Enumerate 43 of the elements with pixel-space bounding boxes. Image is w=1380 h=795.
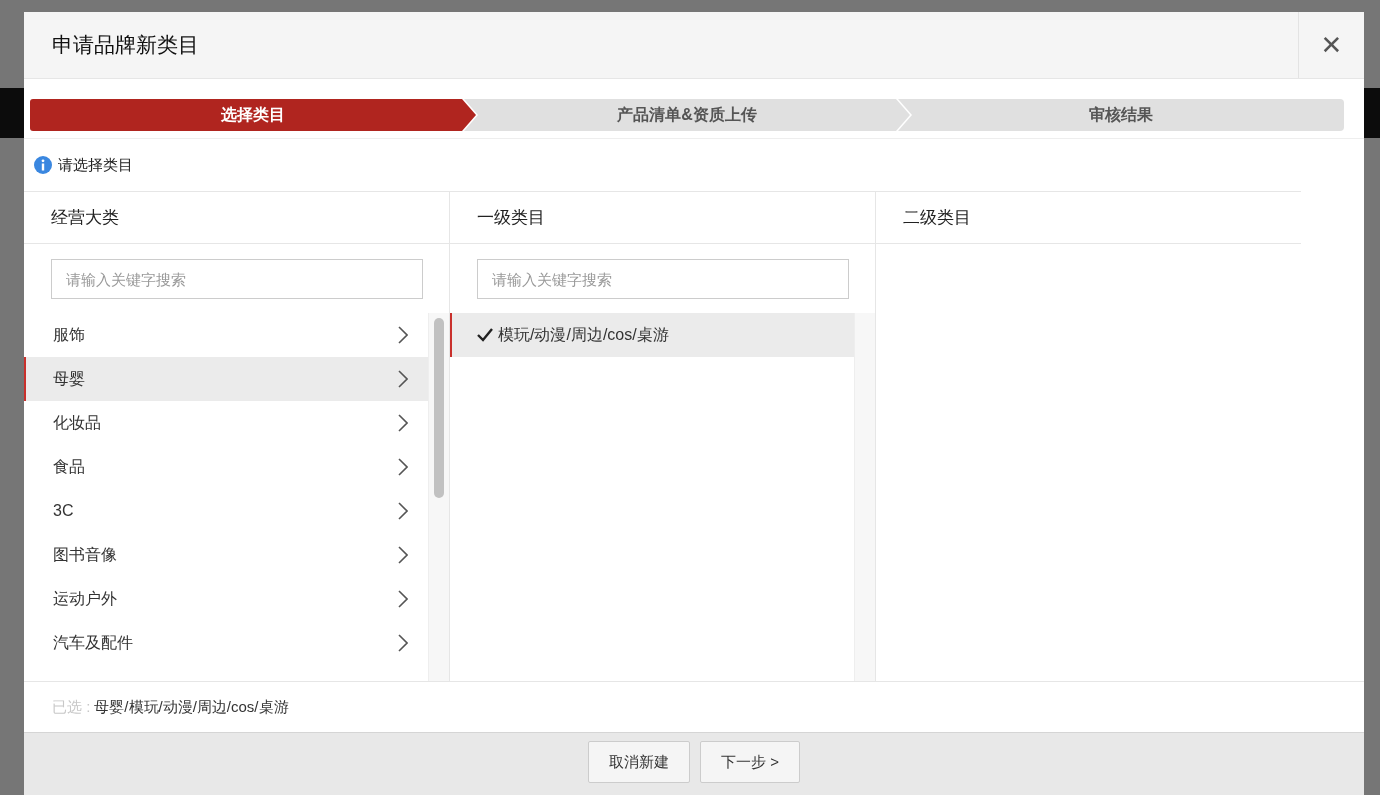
chevron-right-icon bbox=[398, 414, 408, 432]
category-item[interactable]: 服饰 bbox=[24, 313, 428, 357]
search-field[interactable]: 请输入关键字搜索 bbox=[51, 259, 423, 299]
category-item[interactable]: 化妆品 bbox=[24, 401, 428, 445]
category-item[interactable]: 模玩/动漫/周边/cos/桌游 bbox=[450, 313, 854, 357]
cancel-button[interactable]: 取消新建 bbox=[588, 741, 691, 783]
category-item[interactable]: 汽车及配件 bbox=[24, 621, 428, 665]
next-button[interactable]: 下一步 > bbox=[700, 741, 800, 783]
category-label: 母婴 bbox=[53, 368, 85, 389]
category-item[interactable]: 运动户外 bbox=[24, 577, 428, 621]
column-title: 经营大类 bbox=[24, 192, 449, 244]
chevron-right-icon bbox=[398, 590, 408, 608]
column-title: 一级类目 bbox=[450, 192, 875, 244]
category-label: 图书音像 bbox=[53, 544, 117, 565]
category-item[interactable]: 食品 bbox=[24, 445, 428, 489]
chevron-right-icon bbox=[398, 370, 408, 388]
category-label: 运动户外 bbox=[53, 588, 117, 609]
search-field[interactable]: 请输入关键字搜索 bbox=[477, 259, 849, 299]
category-label: 汽车及配件 bbox=[53, 632, 133, 653]
chevron-right-icon bbox=[398, 634, 408, 652]
category-item[interactable]: 3C bbox=[24, 489, 428, 533]
category-label: 服饰 bbox=[53, 324, 85, 345]
chevron-right-icon bbox=[398, 546, 408, 564]
notice-text: 请选择类目 bbox=[58, 155, 133, 175]
category-item[interactable]: 母婴 bbox=[24, 357, 428, 401]
category-label: 化妆品 bbox=[53, 412, 101, 433]
selection-value: 母婴/模玩/动漫/周边/cos/桌游 bbox=[94, 697, 289, 717]
chevron-right-icon bbox=[398, 502, 408, 520]
column-title: 二级类目 bbox=[876, 192, 1301, 244]
dialog-title: 申请品牌新类目 bbox=[51, 32, 200, 58]
step-tab[interactable]: 产品清单&资质上传 bbox=[464, 99, 910, 131]
category-label: 食品 bbox=[53, 456, 85, 477]
category-label: 模玩/动漫/周边/cos/桌游 bbox=[498, 324, 669, 345]
scrollbar[interactable] bbox=[854, 313, 875, 681]
step-tab[interactable]: 选择类目 bbox=[30, 99, 476, 131]
step-tab[interactable]: 审核结果 bbox=[898, 99, 1344, 131]
chevron-right-icon bbox=[398, 326, 408, 344]
category-label: 3C bbox=[53, 502, 74, 520]
chevron-right-icon bbox=[398, 458, 408, 476]
category-item[interactable]: 图书音像 bbox=[24, 533, 428, 577]
info-icon bbox=[34, 156, 52, 174]
scrollbar[interactable] bbox=[428, 313, 449, 681]
checkbox[interactable] bbox=[476, 326, 494, 344]
